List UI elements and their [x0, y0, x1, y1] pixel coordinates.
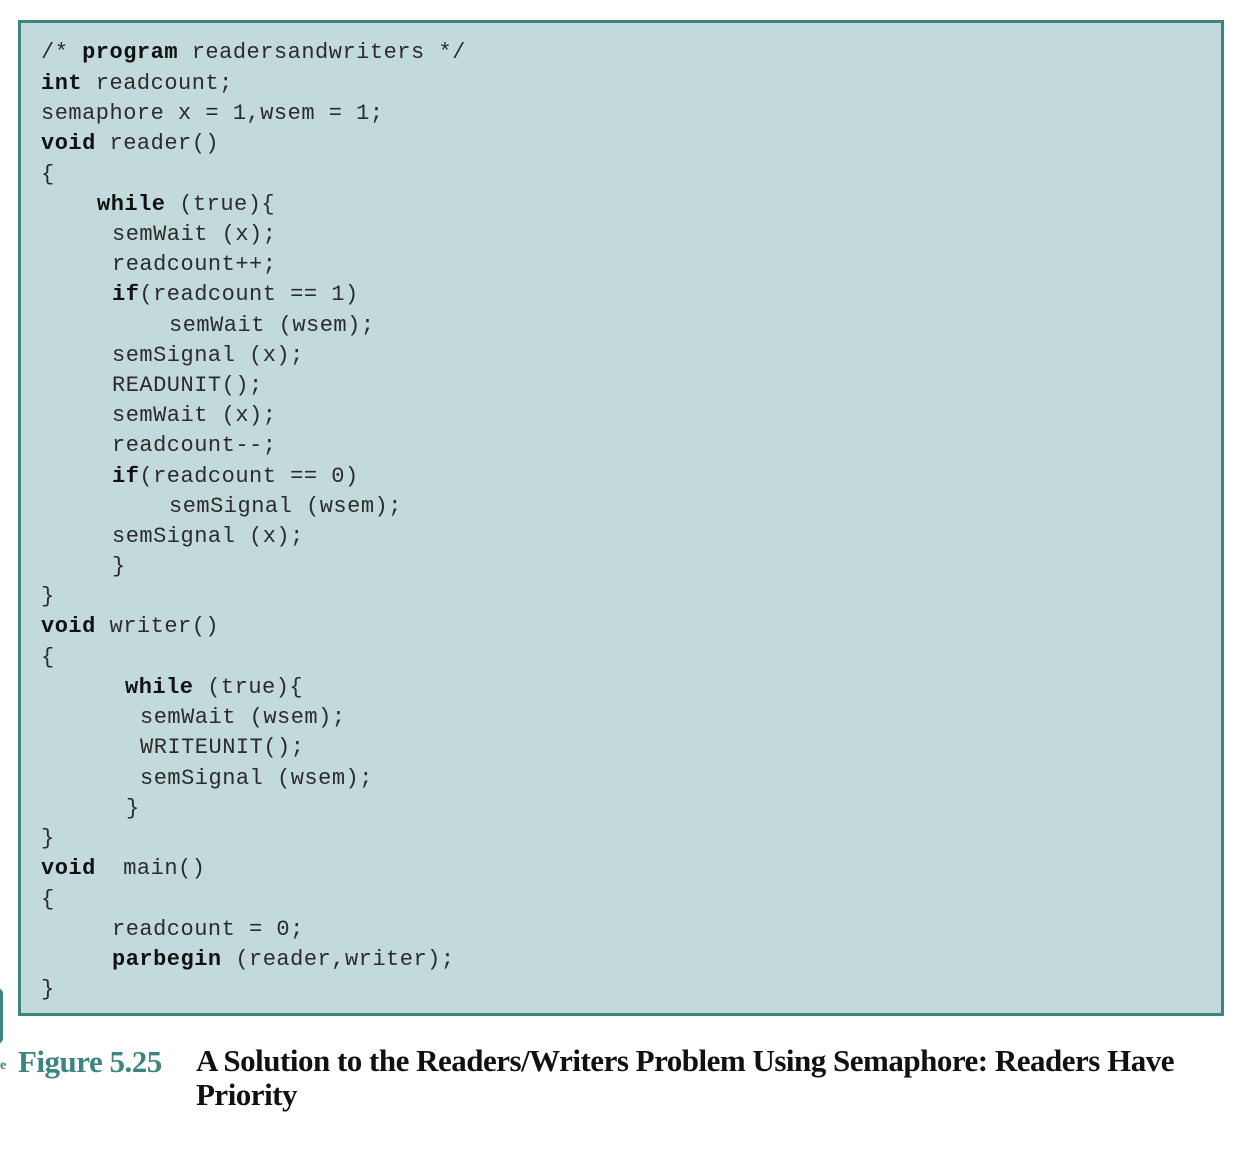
figure-title: A Solution to the Readers/Writers Proble…	[196, 1043, 1174, 1112]
code-keyword: void	[41, 131, 96, 156]
code-line-int-readcount: int readcount;	[41, 71, 233, 97]
code-line-void-writer: void writer()	[41, 614, 219, 640]
code-line-semaphore-decl: semaphore x = 1,wsem = 1;	[41, 101, 384, 127]
figure-label: Figure 5.25	[18, 1044, 162, 1079]
code-keyword: program	[82, 40, 179, 65]
code-line-program-comment: /* program readersandwriters */	[41, 40, 466, 66]
code-line-writeunit: WRITEUNIT();	[140, 735, 304, 761]
code-text: (true){	[193, 675, 304, 700]
code-text: (true){	[165, 192, 276, 217]
code-line-semwait-wsem: semWait (wsem);	[140, 705, 346, 731]
code-keyword: if	[112, 282, 140, 307]
code-line-if-readcount-0: if(readcount == 0)	[112, 464, 359, 490]
code-line-semwait-x: semWait (x);	[112, 222, 276, 248]
code-text: (reader,writer);	[221, 947, 455, 972]
code-text: semWait (wsem);	[169, 313, 375, 338]
code-text: semSignal (x);	[112, 524, 304, 549]
code-listing-box: /* program readersandwriters */ int read…	[18, 20, 1224, 1016]
code-line-parbegin: parbegin (reader,writer);	[112, 947, 455, 973]
code-text: }	[41, 977, 55, 1002]
code-line-semsignal-wsem: semSignal (wsem);	[140, 766, 373, 792]
code-line-readcount-init: readcount = 0;	[112, 917, 304, 943]
code-line-semwait-wsem: semWait (wsem);	[169, 313, 375, 339]
code-line-close-brace: }	[41, 977, 55, 1003]
code-text: /*	[41, 40, 83, 65]
code-text: readcount;	[82, 71, 233, 96]
code-keyword: void	[41, 614, 96, 639]
code-text: }	[41, 584, 55, 609]
code-line-readcount-increment: readcount++;	[112, 252, 276, 278]
code-line-open-brace: {	[41, 162, 55, 188]
code-line-if-readcount-1: if(readcount == 1)	[112, 282, 359, 308]
code-text: main()	[95, 856, 206, 881]
code-line-close-brace: }	[41, 584, 55, 610]
code-line-close-brace: }	[41, 826, 55, 852]
code-text: {	[41, 887, 55, 912]
code-line-void-reader: void reader()	[41, 131, 219, 157]
margin-marker	[0, 988, 3, 1044]
code-line-semsignal-x: semSignal (x);	[112, 524, 304, 550]
code-text: semSignal (wsem);	[169, 494, 402, 519]
code-line-semsignal-wsem: semSignal (wsem);	[169, 494, 402, 520]
code-text: semWait (x);	[112, 403, 277, 428]
code-text: READUNIT();	[112, 373, 263, 398]
code-line-writer-while: while (true){	[125, 675, 303, 701]
code-text: semaphore x = 1,wsem = 1;	[41, 101, 384, 126]
code-text: {	[41, 645, 55, 670]
code-text: {	[41, 162, 55, 187]
code-text: (readcount == 0)	[139, 464, 359, 489]
code-text: readersandwriters */	[178, 40, 466, 65]
code-line-close-brace: }	[112, 554, 126, 580]
code-line-open-brace: {	[41, 645, 55, 671]
figure-bullet: e	[0, 1058, 7, 1073]
code-line-open-brace: {	[41, 887, 55, 913]
code-keyword: if	[112, 464, 140, 489]
code-line-void-main: void main()	[41, 856, 205, 882]
code-text: semSignal (x);	[112, 343, 304, 368]
code-line-close-brace: }	[126, 796, 140, 822]
code-line-reader-while: while (true){	[97, 192, 275, 218]
code-text: }	[112, 554, 126, 579]
code-text: semWait (wsem);	[140, 705, 346, 730]
code-text: readcount = 0;	[112, 917, 304, 942]
code-keyword: parbegin	[112, 947, 222, 972]
code-text: }	[126, 796, 140, 821]
code-keyword: int	[41, 71, 83, 96]
code-text: }	[41, 826, 55, 851]
code-line-semwait-x: semWait (x);	[112, 403, 276, 429]
code-text: reader()	[95, 131, 220, 156]
code-keyword: void	[41, 856, 96, 881]
code-text: semSignal (wsem);	[140, 766, 373, 791]
code-text: readcount++;	[112, 252, 277, 277]
code-line-semsignal-x: semSignal (x);	[112, 343, 304, 369]
code-text: writer()	[95, 614, 220, 639]
code-text: (readcount == 1)	[139, 282, 359, 307]
code-text: readcount--;	[112, 433, 277, 458]
code-text: semWait (x);	[112, 222, 277, 247]
code-line-readcount-decrement: readcount--;	[112, 433, 276, 459]
code-keyword: while	[97, 192, 166, 217]
code-keyword: while	[125, 675, 194, 700]
code-line-readunit: READUNIT();	[112, 373, 263, 399]
code-text: WRITEUNIT();	[140, 735, 305, 760]
